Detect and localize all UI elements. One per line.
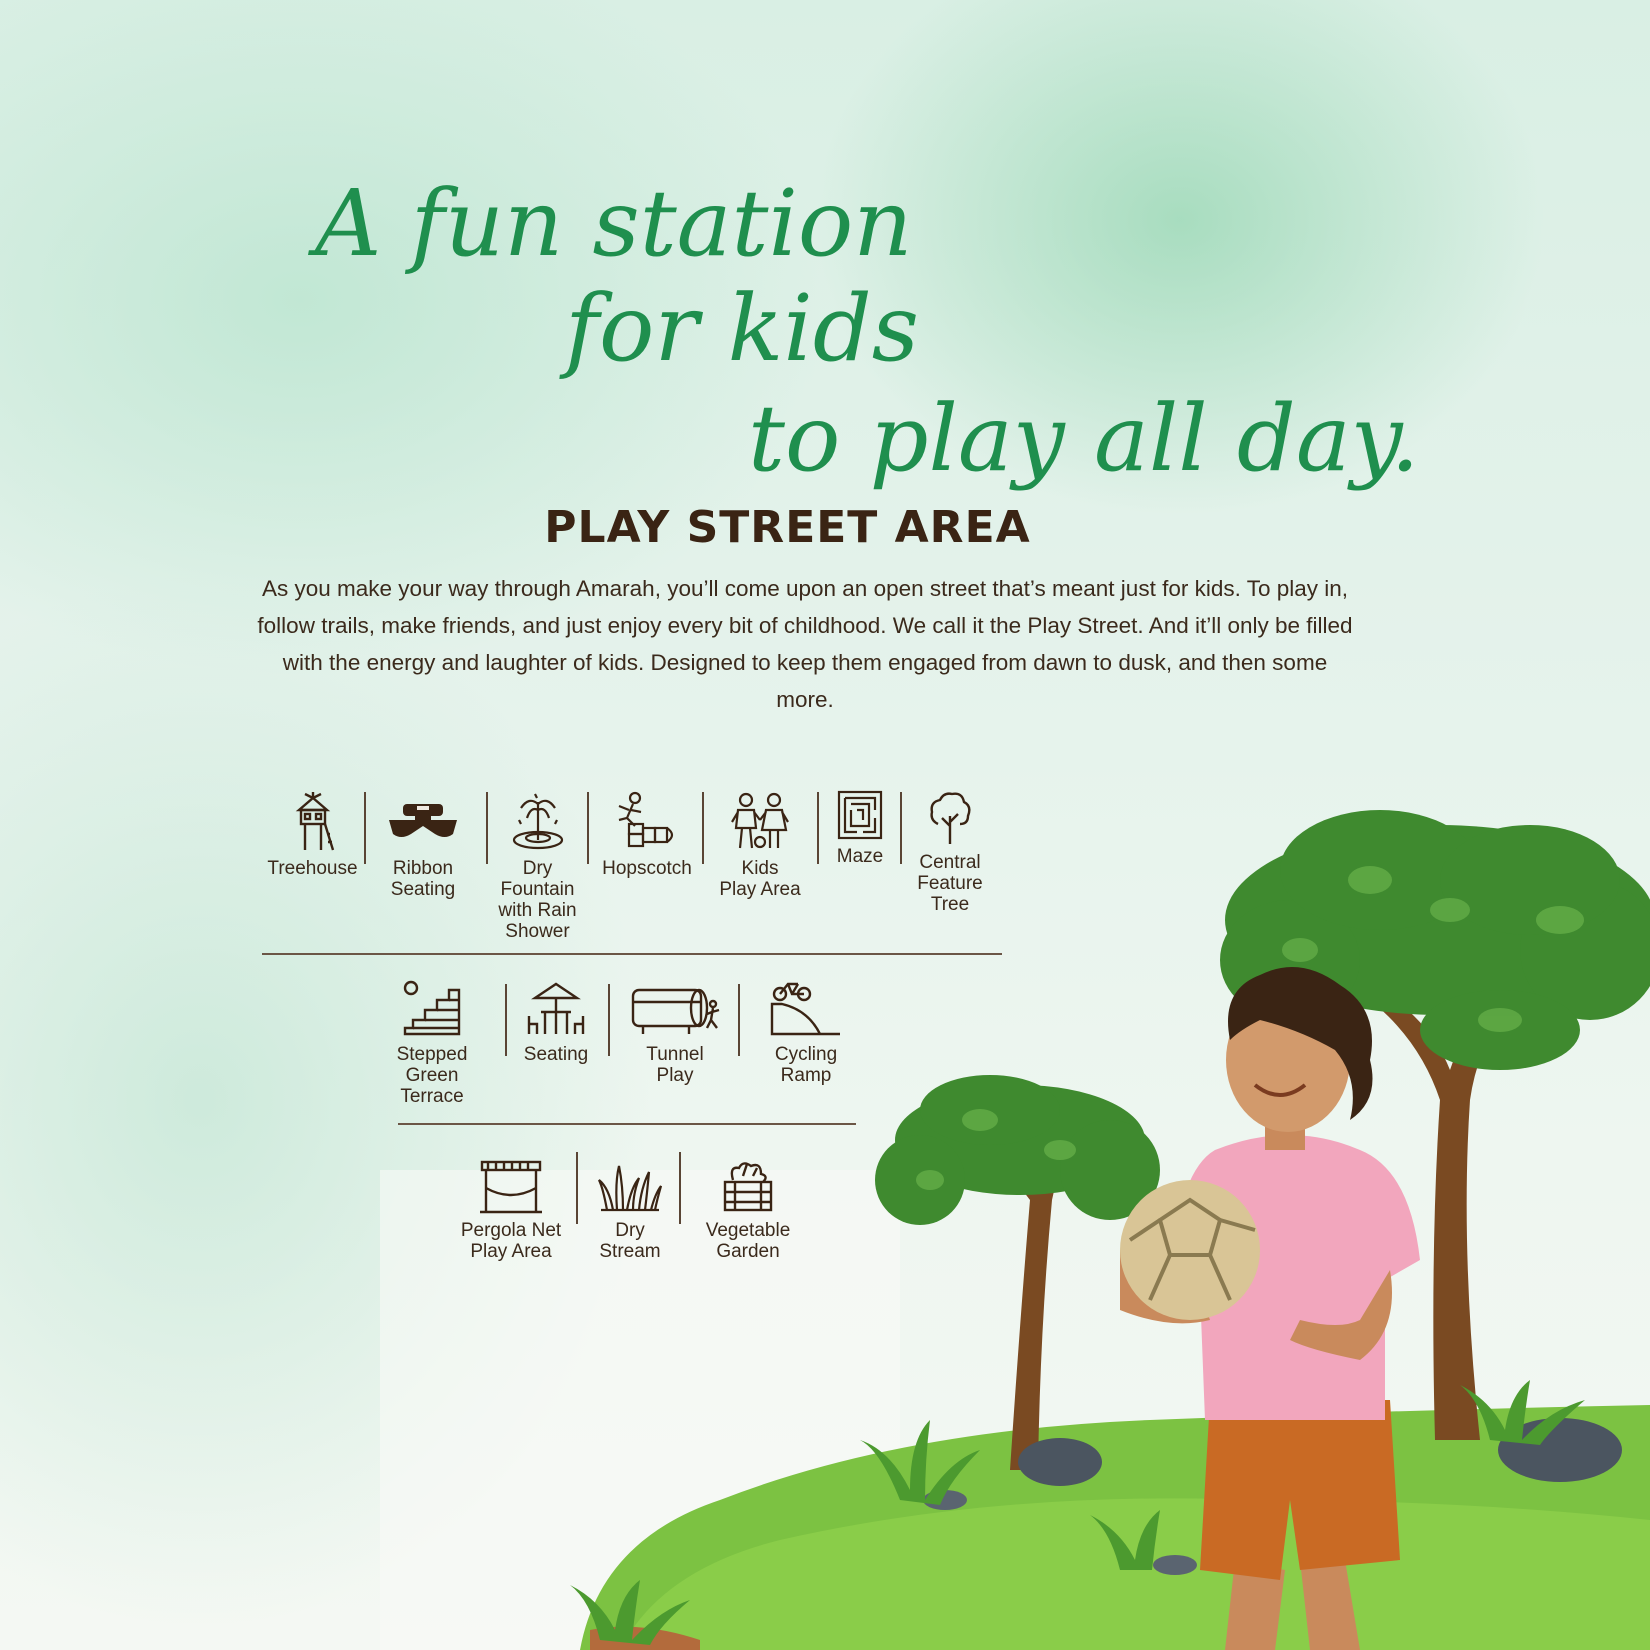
small-tree-canopy [875,1075,1160,1225]
child-shorts [1200,1400,1400,1580]
rock [1153,1555,1197,1575]
rock [1018,1438,1102,1486]
park-illustration [570,810,1650,1650]
